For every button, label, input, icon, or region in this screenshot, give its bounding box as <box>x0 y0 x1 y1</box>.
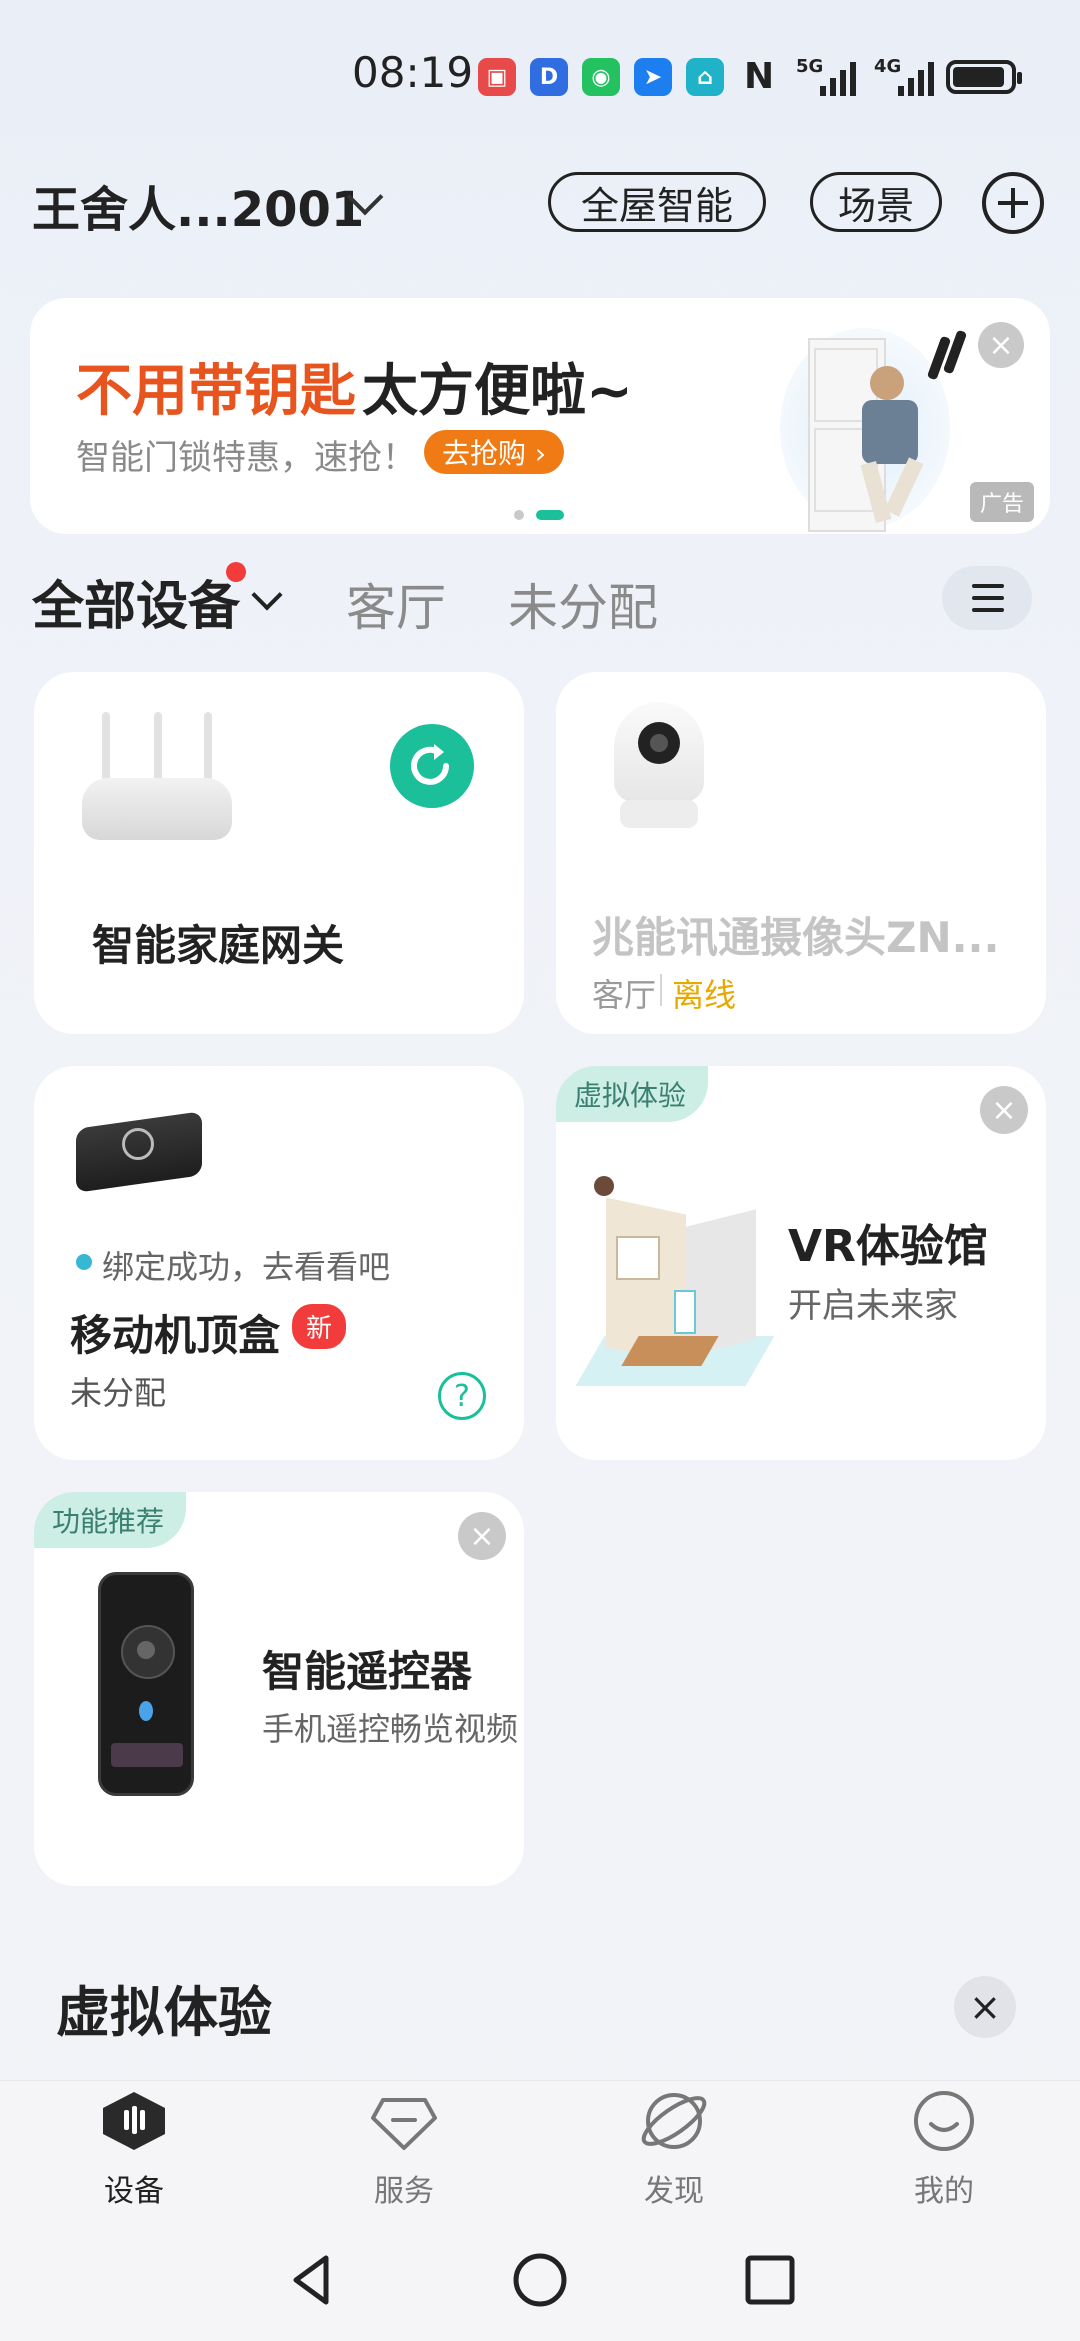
carousel-dot-active <box>536 510 564 520</box>
nav-label: 我的 <box>914 2174 974 2209</box>
device-title: 智能家庭网关 <box>92 921 345 970</box>
ad-label: 广告 <box>970 482 1035 522</box>
status-time: 08:19 <box>352 48 474 97</box>
wechat-icon: ◉ <box>582 58 620 96</box>
remote-title: 智能遥控器 <box>262 1647 473 1696</box>
vr-room-illustration <box>570 1166 775 1406</box>
home-circle-icon[interactable] <box>510 2250 570 2310</box>
arrow-app-icon: ➤ <box>634 58 672 96</box>
banner-title-highlight: 不用带钥匙 <box>76 359 356 424</box>
device-card-gateway[interactable]: 智能家庭网关 <box>34 672 524 1034</box>
nfc-icon: N <box>744 56 775 97</box>
promo-banner[interactable]: 不用带钥匙 太方便啦~ 智能门锁特惠，速抢！ 去抢购 › × 广告 <box>30 298 1050 534</box>
new-badge: 新 <box>292 1304 347 1349</box>
camera-image <box>614 702 704 832</box>
virtual-experience-badge: 虚拟体验 <box>556 1066 709 1122</box>
device-title: 兆能讯通摄像头ZN... <box>592 913 1000 962</box>
banner-close-icon[interactable]: × <box>978 322 1024 368</box>
close-icon[interactable]: × <box>458 1512 506 1560</box>
vr-subtitle: 开启未来家 <box>788 1286 958 1326</box>
nav-mine[interactable]: 我的 <box>844 2090 1044 2210</box>
vr-title: VR体验馆 <box>788 1221 988 1272</box>
nav-label: 设备 <box>104 2174 164 2209</box>
smart-lock-illustration <box>750 308 980 532</box>
tab-unassigned[interactable]: 未分配 <box>508 568 658 640</box>
section-title: 虚拟体验 <box>56 1981 272 2044</box>
profile-smile-icon <box>914 2091 974 2151</box>
signal-4g-icon: 4G <box>874 56 938 96</box>
device-card-camera[interactable]: 兆能讯通摄像头ZN... 客厅 离线 <box>556 672 1046 1034</box>
home-app-icon: ⌂ <box>686 58 724 96</box>
nav-discover[interactable]: 发现 <box>574 2090 774 2210</box>
refresh-icon[interactable] <box>390 724 474 808</box>
red-app-icon: ▣ <box>478 58 516 96</box>
back-triangle-icon[interactable] <box>282 2250 342 2310</box>
list-menu-icon[interactable] <box>942 566 1032 630</box>
home-name[interactable]: 王舍人...2001 <box>32 170 364 240</box>
help-icon[interactable]: ? <box>438 1372 486 1420</box>
services-icon <box>371 2098 437 2150</box>
devices-icon <box>103 2092 165 2150</box>
smart-remote-card[interactable]: 功能推荐 × 智能遥控器 手机遥控畅览视频 <box>34 1492 524 1886</box>
bind-success-message[interactable]: 绑定成功，去看看吧 <box>102 1242 390 1288</box>
banner-title: 太方便啦~ <box>362 359 633 424</box>
signal-5g-icon: 5G <box>796 56 860 96</box>
status-dot <box>76 1254 92 1270</box>
nav-label: 服务 <box>374 2174 434 2209</box>
d-app-icon: D <box>530 58 568 96</box>
banner-subtitle: 智能门锁特惠，速抢！ <box>76 438 416 478</box>
add-icon[interactable] <box>982 172 1044 234</box>
discover-planet-icon <box>641 2093 707 2149</box>
scene-button[interactable]: 场景 <box>810 172 942 232</box>
recents-square-icon[interactable] <box>740 2250 800 2310</box>
chevron-down-icon[interactable] <box>251 579 283 611</box>
whole-house-button[interactable]: 全屋智能 <box>548 172 766 232</box>
close-icon[interactable]: × <box>954 1976 1016 2038</box>
notification-dot <box>226 562 246 582</box>
tab-living-room[interactable]: 客厅 <box>346 568 446 640</box>
battery-icon <box>946 60 1022 94</box>
device-status-offline: 离线 <box>672 976 737 1014</box>
device-room: 未分配 <box>70 1374 167 1412</box>
divider <box>660 974 662 1006</box>
tab-all-devices[interactable]: 全部设备 <box>32 564 240 639</box>
settop-box-image <box>76 1110 206 1206</box>
banner-cta-button[interactable]: 去抢购 › <box>424 430 565 474</box>
device-card-settop-box[interactable]: 绑定成功，去看看吧 移动机顶盒 新 未分配 ? <box>34 1066 524 1460</box>
device-room: 客厅 <box>592 976 657 1014</box>
router-image <box>82 712 232 852</box>
remote-subtitle: 手机遥控畅览视频 <box>262 1710 519 1748</box>
nav-services[interactable]: 服务 <box>304 2090 504 2210</box>
vr-experience-card[interactable]: 虚拟体验 × VR体验馆 开启未来家 <box>556 1066 1046 1460</box>
phone-remote-image <box>98 1572 194 1796</box>
device-title: 移动机顶盒 <box>70 1311 281 1360</box>
nav-label: 发现 <box>644 2174 704 2209</box>
feature-recommend-badge: 功能推荐 <box>34 1492 187 1548</box>
close-icon[interactable]: × <box>980 1086 1028 1134</box>
nav-devices[interactable]: 设备 <box>34 2090 234 2210</box>
carousel-dot <box>514 510 524 520</box>
